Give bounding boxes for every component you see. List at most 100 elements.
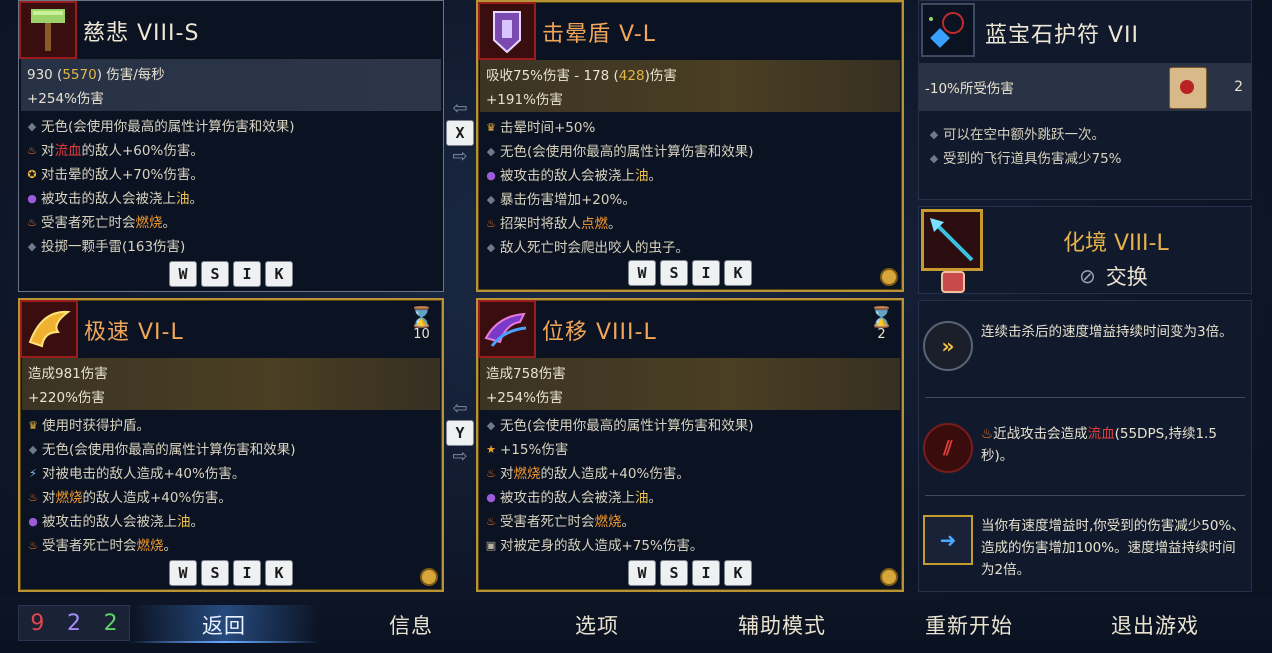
menu-restart[interactable]: 重新开始	[925, 610, 1013, 640]
crown-icon: ♛	[486, 121, 496, 134]
swap-key-x[interactable]: X	[446, 120, 474, 146]
damage-bonus: +254%伤害	[486, 390, 563, 406]
tactics-count: 2	[66, 610, 81, 636]
stat-band: 930 (5570) 伤害/每秒 +254%伤害	[21, 59, 441, 111]
outfit-panel[interactable]: 化境 VIII-L ⊘ 交换	[918, 206, 1252, 294]
menu-assist-mode[interactable]: 辅助模式	[738, 610, 826, 640]
key-s[interactable]: S	[201, 560, 229, 586]
effect-item: ◆ 无色(会使用你最高的属性计算伤害和效果)	[25, 115, 295, 139]
swap-key-y[interactable]: Y	[446, 420, 474, 446]
effect-item: ● 被攻击的敌人会被浇上油。	[25, 187, 295, 211]
key-w[interactable]: W	[169, 261, 197, 287]
key-s[interactable]: S	[660, 560, 688, 586]
key-i[interactable]: I	[233, 261, 261, 287]
amulet-stat: -10%所受伤害	[925, 81, 1014, 97]
swap-weapons[interactable]: ⇦ X ⇨	[446, 100, 474, 166]
key-s[interactable]: S	[660, 260, 688, 286]
key-k[interactable]: K	[265, 261, 293, 287]
shield-icon	[478, 2, 536, 60]
arrow-left-icon: ⇦	[452, 98, 468, 119]
mutation-item[interactable]: ⫽ ♨近战攻击会造成流血(55DPS,持续1.5秒)。	[923, 423, 1245, 473]
swap-label: 交换	[1105, 265, 1148, 289]
damage-line: 造成758伤害	[486, 366, 566, 382]
weapon-card-mercy[interactable]: 慈悲 VIII-S 930 (5570) 伤害/每秒 +254%伤害 ◆ 无色(会…	[18, 0, 444, 292]
key-w[interactable]: W	[628, 560, 656, 586]
key-w[interactable]: W	[169, 560, 197, 586]
weapon-card-stun-shield[interactable]: 击晕盾 V-L 吸收75%伤害 - 178 (428)伤害 +191%伤害 ♛ 击…	[476, 0, 904, 292]
mutation-text: ♨近战攻击会造成流血(55DPS,持续1.5秒)。	[981, 426, 1217, 464]
legendary-gem-icon	[420, 568, 438, 586]
dot-icon: ◆	[28, 443, 38, 456]
displace-claw-icon	[478, 300, 536, 358]
bolt-icon: ⚡	[29, 467, 37, 480]
fire-icon: ♨	[981, 426, 994, 442]
survival-count: 2	[103, 610, 118, 636]
effect-item: ♨ 受害者死亡时会 燃烧。	[26, 534, 296, 558]
spear-icon	[921, 209, 983, 271]
key-k[interactable]: K	[724, 560, 752, 586]
fire-icon: ♨	[486, 467, 496, 480]
key-i[interactable]: I	[233, 560, 261, 586]
outfit-title: 化境 VIII-L	[1063, 231, 1169, 256]
skill-card-displace[interactable]: 位移 VIII-L ⌛ 2 造成758伤害 +254%伤害 ◆ 无色(会使用你最高…	[476, 298, 904, 592]
legendary-gem-icon	[880, 268, 898, 286]
cooldown: ⌛ 2	[869, 306, 894, 342]
speed-chevron-icon: »	[923, 321, 973, 371]
key-s[interactable]: S	[201, 261, 229, 287]
key-group: WSIK	[628, 260, 752, 286]
fire-icon: ♨	[28, 491, 38, 504]
effect-item: ◆ 暴击伤害增加+20%。	[484, 188, 754, 212]
damage-bonus: +254%伤害	[27, 91, 104, 107]
effect-item: ♛ 击晕时间+50%	[484, 116, 754, 140]
damage-bonus: +191%伤害	[486, 92, 563, 108]
menu-info[interactable]: 信息	[389, 610, 433, 640]
dash-arrow-icon: ➜	[923, 515, 973, 565]
effect-item: ★ +15%伤害	[484, 438, 754, 462]
mutation-item[interactable]: ➜ 当你有速度增益时,你受到的伤害减少50%、造成的伤害增加100%。速度增益持…	[923, 515, 1245, 581]
amulet-stat-band: -10%所受伤害 2	[919, 63, 1251, 111]
effect-list: ◆ 无色(会使用你最高的属性计算伤害和效果) ♨ 对流血 的敌人+60%伤害。 ✪ 对击晕的…	[25, 115, 295, 259]
effect-item: ♨ 对燃烧 的敌人造成+40%伤害。	[26, 486, 296, 510]
effect-item: ⚡ 对被电击的敌人造成+40%伤害。	[26, 462, 296, 486]
amulet-icon	[921, 3, 975, 57]
oil-icon: ●	[27, 192, 37, 205]
scroll-icon	[1169, 67, 1207, 109]
arrow-right-icon: ⇨	[452, 146, 468, 167]
swap-skills[interactable]: ⇦ Y ⇨	[446, 400, 474, 466]
effect-item: ♨ 对流血 的敌人+60%伤害。	[25, 139, 295, 163]
oil-icon: ●	[486, 169, 496, 182]
effect-item: ◆ 无色(会使用你最高的属性计算伤害和效果)	[26, 438, 296, 462]
amulet-card[interactable]: 蓝宝石护符 VII -10%所受伤害 2 ◆ 可以在空中额外跳跃一次。 ◆ 受到的飞…	[918, 0, 1252, 200]
dot-icon: ◆	[929, 128, 939, 141]
arrow-right-icon: ⇨	[452, 446, 468, 467]
menu-back[interactable]: 返回	[202, 610, 246, 640]
swap-outfit-button[interactable]: ⊘ 交换	[1079, 261, 1148, 291]
fire-icon: ♨	[28, 539, 38, 552]
brutality-count: 9	[30, 610, 45, 636]
selection-underline	[130, 641, 320, 643]
stun-icon: ✪	[27, 168, 37, 181]
hourglass-icon: ⌛	[869, 305, 894, 329]
key-group: WSIK	[628, 560, 752, 586]
effect-item: ● 被攻击的敌人会被浇上油。	[484, 164, 754, 188]
crown-icon: ♛	[28, 419, 38, 432]
skill-card-speed[interactable]: 极速 VI-L ⌛ 10 造成981伤害 +220%伤害 ♛ 使用时获得护盾。 ◆ 无…	[18, 298, 444, 592]
key-i[interactable]: I	[692, 560, 720, 586]
divider	[925, 397, 1245, 398]
dot-icon: ◆	[929, 152, 939, 165]
mutation-item[interactable]: » 连续击杀后的速度增益持续时间变为3倍。	[923, 321, 1245, 371]
amulet-effect: ◆ 可以在空中额外跳跃一次。	[927, 123, 1122, 147]
amulet-effect: ◆ 受到的飞行道具伤害减少75%	[927, 147, 1122, 171]
effect-item: ♨ 受害者死亡时会 燃烧。	[484, 510, 754, 534]
key-i[interactable]: I	[692, 260, 720, 286]
dot-icon: ◆	[486, 193, 496, 206]
key-w[interactable]: W	[628, 260, 656, 286]
absorb-line: 吸收75%伤害 - 178 (428)伤害	[486, 68, 677, 84]
divider	[925, 495, 1245, 496]
menu-quit[interactable]: 退出游戏	[1111, 610, 1199, 640]
effect-item: ● 被攻击的敌人会被浇上油。	[484, 486, 754, 510]
key-k[interactable]: K	[724, 260, 752, 286]
menu-options[interactable]: 选项	[575, 610, 619, 640]
lock-icon: ▣	[485, 539, 497, 552]
key-k[interactable]: K	[265, 560, 293, 586]
